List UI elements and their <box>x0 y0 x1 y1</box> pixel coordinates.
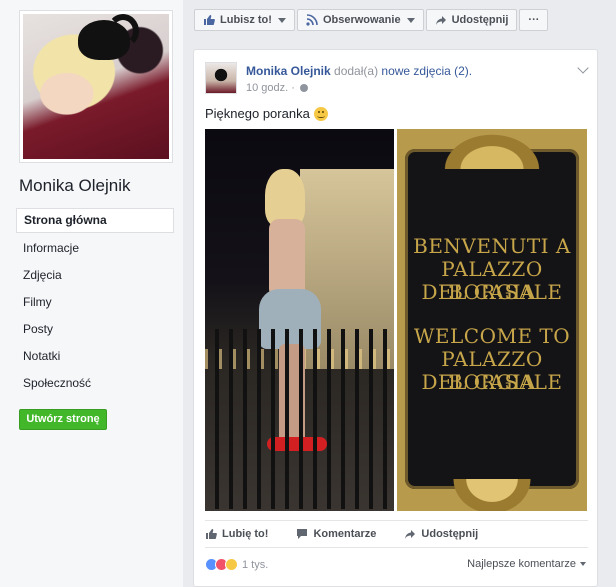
like-post-label: Lubię to! <box>222 528 269 540</box>
reactions-count: 1 tys. <box>242 558 269 571</box>
like-post-button[interactable]: Lubię to! <box>205 528 268 540</box>
gold-ornament-bottom <box>447 479 537 511</box>
comment-button[interactable]: Komentarze <box>296 528 376 540</box>
sign-line-3: DEL CASALE <box>421 280 563 304</box>
nav-item-notes[interactable]: Notatki <box>16 343 174 370</box>
nav-item-home[interactable]: Strona główna <box>16 208 174 233</box>
page-nav: Strona główna Informacje Zdjęcia Filmy P… <box>16 208 174 397</box>
page-title[interactable]: Monika Olejnik <box>19 176 131 196</box>
share-arrow-icon <box>435 16 446 25</box>
share-arrow-icon <box>405 530 416 539</box>
rss-icon <box>306 14 318 26</box>
nav-item-posts[interactable]: Posty <box>16 316 174 343</box>
post-card: Monika Olejnik dodał(a) nowe zdjęcia (2)… <box>193 49 598 587</box>
sign-line-6: DEL CASALE <box>421 370 563 394</box>
more-options-button[interactable]: ··· <box>519 9 549 31</box>
page-action-bar: Lubisz to! Obserwowanie Udostępnij ··· <box>194 9 550 31</box>
post-photo-1[interactable] <box>205 129 394 511</box>
divider <box>205 520 588 521</box>
share-page-label: Udostępnij <box>451 14 509 26</box>
comment-label: Komentarze <box>313 528 377 540</box>
author-avatar[interactable] <box>205 62 237 94</box>
chevron-down-icon <box>406 17 415 23</box>
post-options-chevron-icon[interactable] <box>577 62 589 74</box>
like-page-label: Lubisz to! <box>220 14 272 26</box>
profile-picture[interactable] <box>19 10 173 163</box>
sign-line-4: WELCOME TO <box>413 324 571 348</box>
thumbs-up-icon <box>204 15 215 25</box>
comment-sort-dropdown[interactable]: Najlepsze komentarze <box>467 558 586 570</box>
wow-reaction-icon <box>225 558 238 571</box>
nav-item-about[interactable]: Informacje <box>16 235 174 262</box>
nav-item-photos[interactable]: Zdjęcia <box>16 262 174 289</box>
new-photos-link[interactable]: nowe zdjęcia (2). <box>381 64 472 78</box>
share-page-button[interactable]: Udostępnij <box>425 9 518 31</box>
globe-icon <box>299 84 308 92</box>
post-action-bar: Lubię to! Komentarze Udostępnij <box>205 528 506 540</box>
left-sidebar: Monika Olejnik Strona główna Informacje … <box>0 0 183 587</box>
hat-feather-shape <box>107 14 139 48</box>
chevron-down-icon <box>580 562 586 566</box>
chevron-down-icon <box>277 17 286 23</box>
sign-line-1: BENVENUTI A <box>413 234 571 258</box>
nav-item-videos[interactable]: Filmy <box>16 289 174 316</box>
post-meta: 10 godz. · <box>246 82 308 94</box>
follow-button[interactable]: Obserwowanie <box>296 9 424 31</box>
post-photo-2[interactable]: BENVENUTI A PALAZZO BORGIA DEL CASALE WE… <box>397 129 587 511</box>
sign-frame <box>405 149 579 489</box>
reactions-summary[interactable]: 1 tys. <box>205 558 268 571</box>
post-message: Pięknego poranka <box>205 106 310 121</box>
comment-sort-label: Najlepsze komentarze <box>467 558 576 570</box>
gold-ornament-top <box>437 129 547 169</box>
post-timestamp[interactable]: 10 godz. · <box>246 82 295 94</box>
share-post-label: Udostępnij <box>421 528 479 540</box>
author-name-link[interactable]: Monika Olejnik <box>246 64 331 78</box>
thumbs-up-icon <box>206 529 217 539</box>
share-post-button[interactable]: Udostępnij <box>404 528 478 540</box>
nav-item-community[interactable]: Społeczność <box>16 370 174 397</box>
post-action-text: dodał(a) <box>334 64 379 78</box>
create-page-button[interactable]: Utwórz stronę <box>19 409 107 430</box>
like-page-button[interactable]: Lubisz to! <box>194 9 295 31</box>
post-header: Monika Olejnik dodał(a) nowe zdjęcia (2)… <box>246 64 472 78</box>
iron-railing-shape <box>205 329 394 509</box>
divider <box>205 547 588 548</box>
profile-photo <box>23 14 169 159</box>
follow-label: Obserwowanie <box>322 14 401 26</box>
post-text: Pięknego poranka <box>205 106 328 121</box>
smiley-emoji-icon <box>313 106 328 121</box>
body-shape <box>269 219 305 299</box>
comment-bubble-icon <box>297 529 308 539</box>
